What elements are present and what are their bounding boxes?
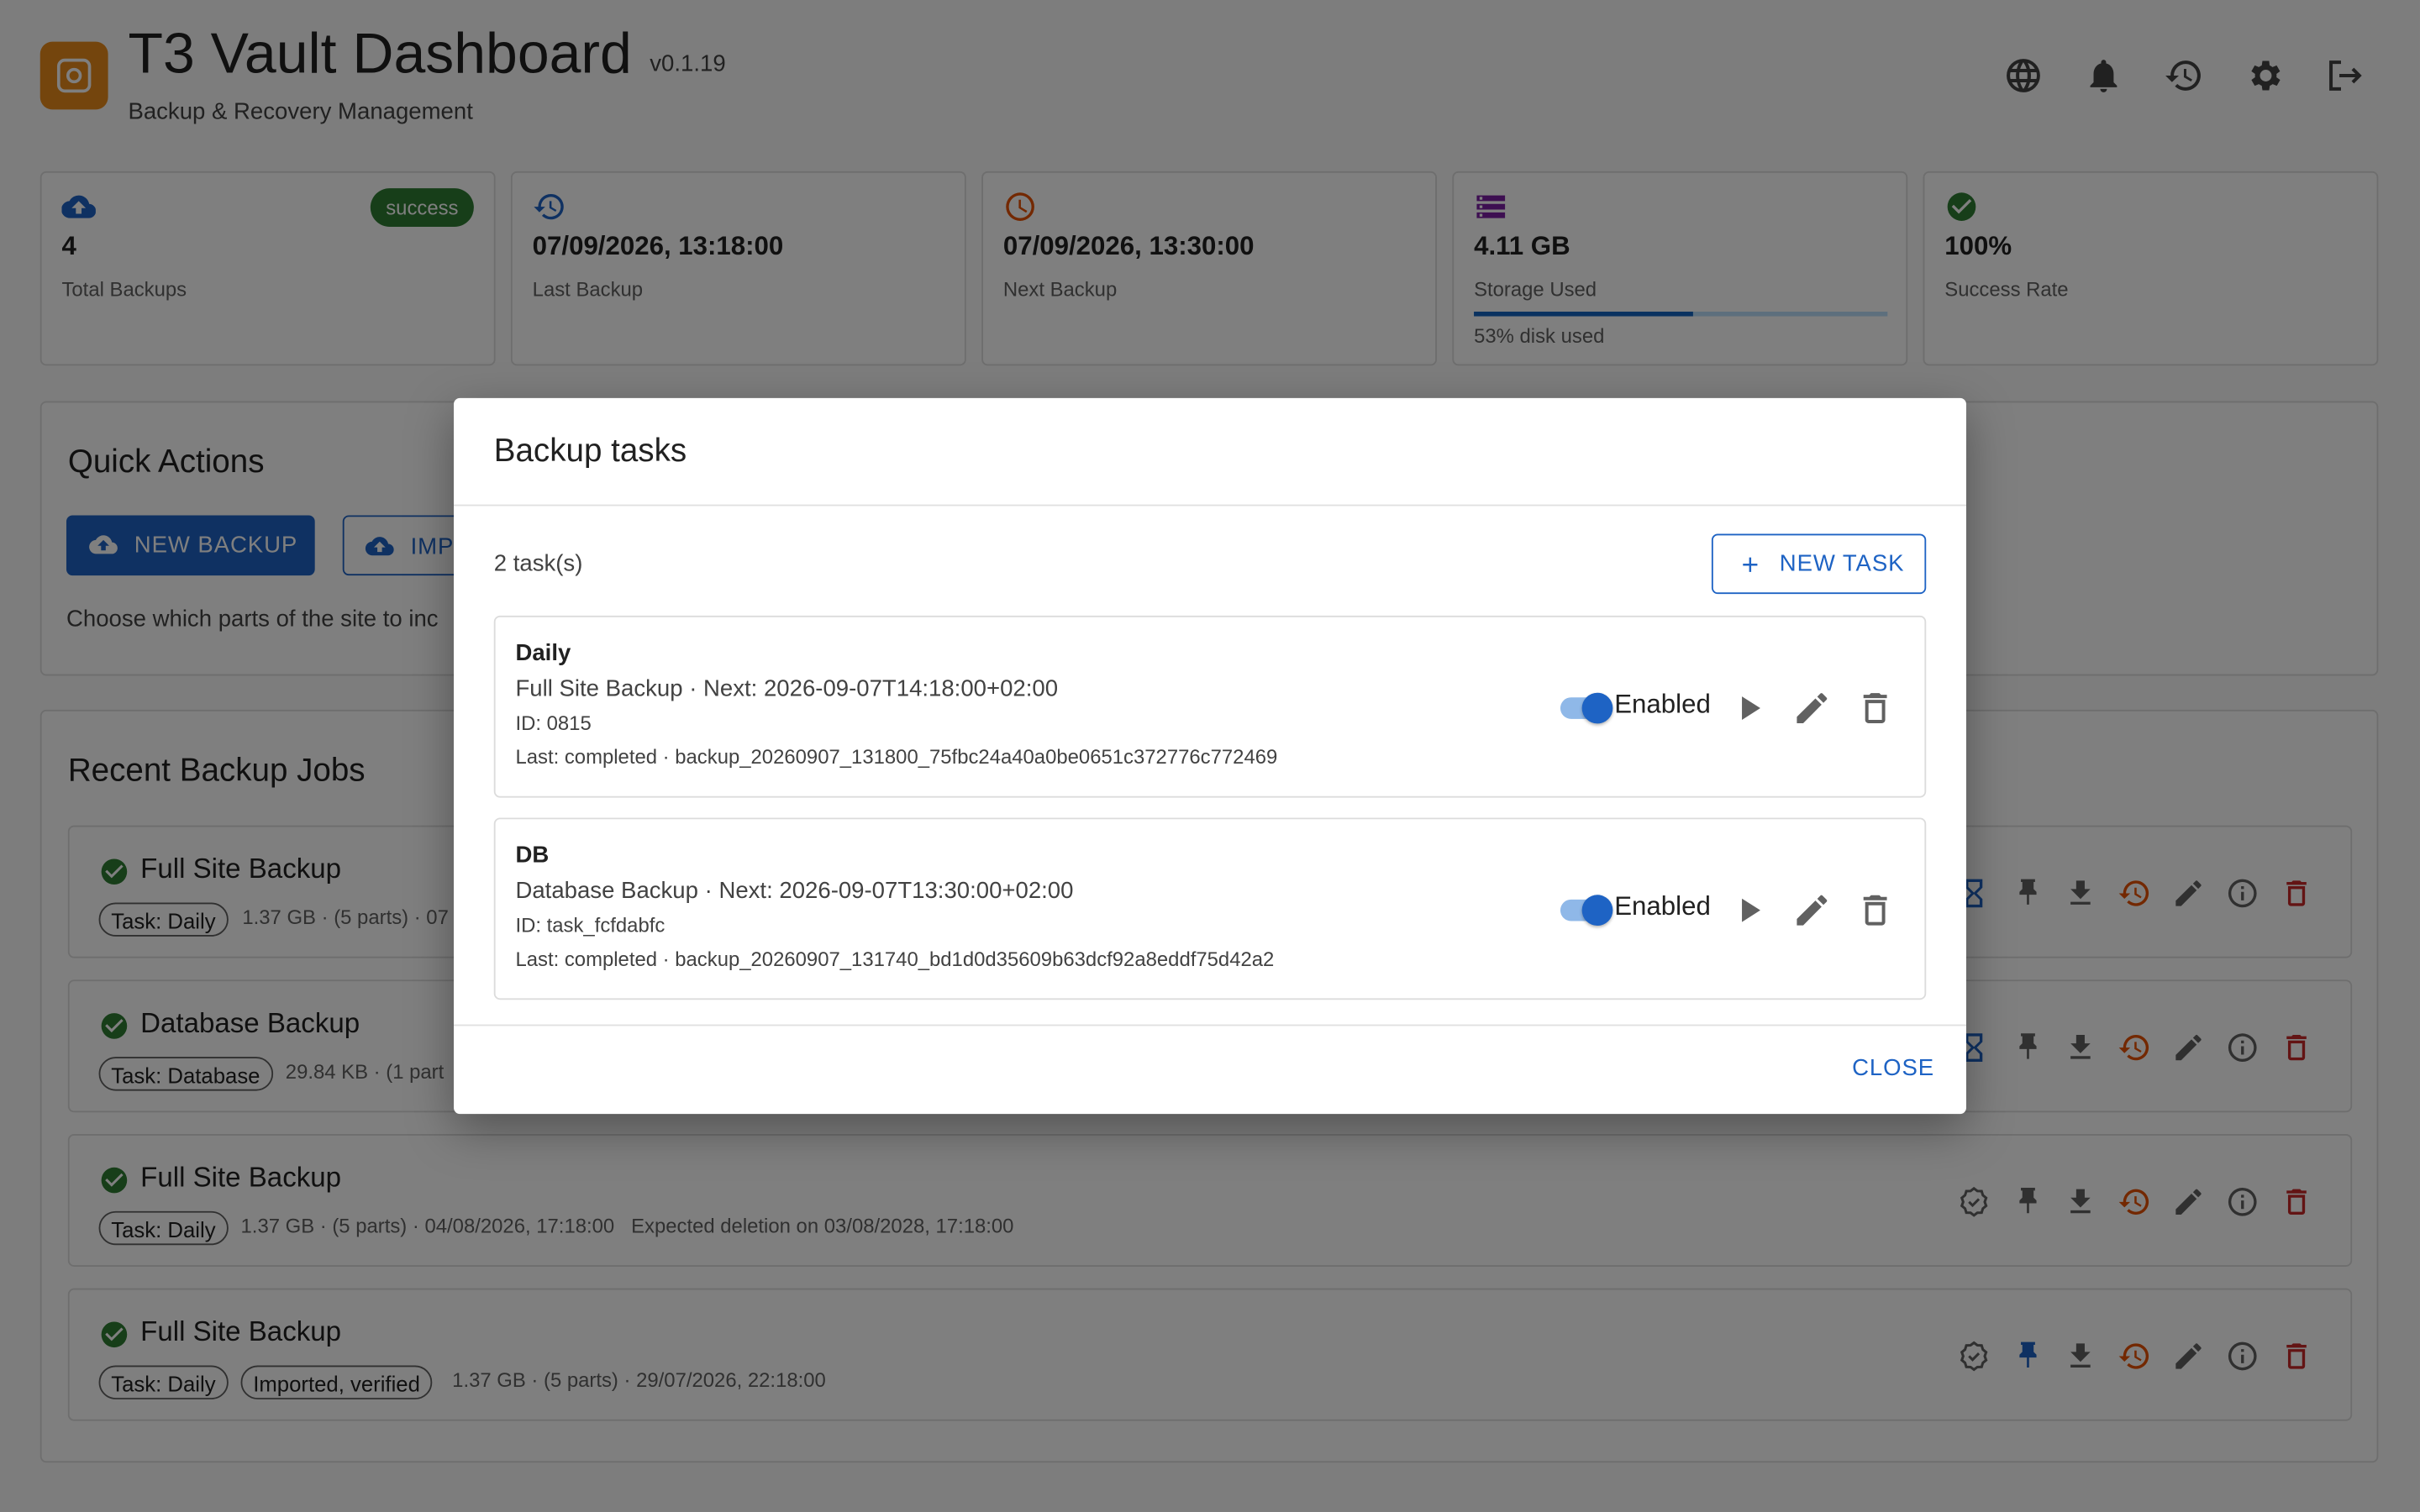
dialog-divider bbox=[453, 1024, 1966, 1026]
dialog-divider bbox=[453, 504, 1966, 507]
edit-icon[interactable] bbox=[1791, 890, 1832, 931]
task-name: DB bbox=[515, 842, 550, 869]
task-last-run: Last: completed · backup_20260907_131800… bbox=[515, 745, 1278, 769]
run-icon[interactable] bbox=[1728, 688, 1769, 728]
task-description: Full Site Backup · Next: 2026-09-07T14:1… bbox=[515, 675, 1059, 702]
dialog-title: Backup tasks bbox=[493, 433, 687, 470]
task-count: 2 task(s) bbox=[493, 550, 583, 577]
run-icon[interactable] bbox=[1728, 890, 1769, 931]
task-card: DB Database Backup · Next: 2026-09-07T13… bbox=[493, 817, 1927, 1000]
plus-icon bbox=[1743, 557, 1758, 572]
task-id: ID: task_fcfdabfc bbox=[515, 913, 666, 937]
new-task-button[interactable]: NEW TASK bbox=[1711, 533, 1927, 595]
task-enabled-label: Enabled bbox=[1614, 891, 1711, 921]
task-last-run: Last: completed · backup_20260907_131740… bbox=[515, 947, 1275, 971]
task-enabled-toggle[interactable] bbox=[1560, 692, 1613, 724]
delete-icon[interactable] bbox=[1855, 688, 1896, 728]
task-enabled-label: Enabled bbox=[1614, 690, 1711, 719]
task-enabled-toggle[interactable] bbox=[1560, 895, 1613, 927]
backup-tasks-dialog: Backup tasks 2 task(s) NEW TASK Daily Fu… bbox=[453, 397, 1966, 1115]
dashboard-page: T3 Vault Dashboard v0.1.19 Backup & Reco… bbox=[0, 0, 2420, 1512]
toggle-thumb bbox=[1581, 692, 1613, 724]
delete-icon[interactable] bbox=[1855, 890, 1896, 931]
toggle-thumb bbox=[1581, 895, 1613, 927]
new-task-label: NEW TASK bbox=[1779, 550, 1905, 577]
task-description: Database Backup · Next: 2026-09-07T13:30… bbox=[515, 878, 1074, 905]
task-id: ID: 0815 bbox=[515, 711, 592, 735]
task-name: Daily bbox=[515, 640, 571, 667]
task-card: Daily Full Site Backup · Next: 2026-09-0… bbox=[493, 615, 1927, 798]
close-button[interactable]: CLOSE bbox=[1852, 1055, 1934, 1081]
edit-icon[interactable] bbox=[1791, 688, 1832, 728]
